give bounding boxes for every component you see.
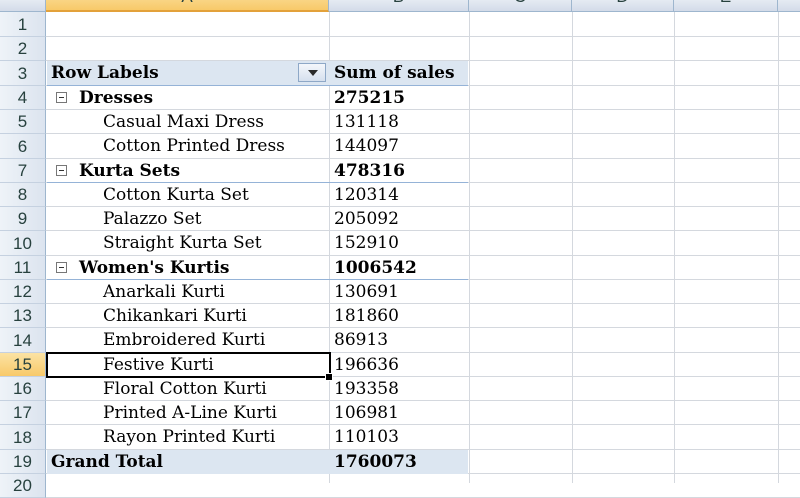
item-label[interactable]: Casual Maxi Dress [103, 110, 264, 134]
column-header-e[interactable]: E [674, 0, 778, 12]
item-value[interactable]: 131118 [334, 110, 399, 134]
item-label[interactable]: Straight Kurta Set [103, 231, 262, 255]
row-header-18[interactable]: 18 [0, 425, 46, 450]
row-header-12[interactable]: 12 [0, 280, 46, 304]
collapse-womens-kurtis-icon[interactable] [56, 262, 67, 273]
item-value[interactable]: 152910 [334, 231, 399, 255]
item-label[interactable]: Cotton Printed Dress [103, 134, 285, 158]
item-value[interactable]: 130691 [334, 280, 399, 304]
row-header-9[interactable]: 9 [0, 207, 46, 231]
collapse-dresses-icon[interactable] [56, 92, 67, 103]
group-total-womens-kurtis[interactable]: 1006542 [334, 256, 417, 280]
select-all-corner[interactable] [0, 0, 46, 12]
active-cell-selection[interactable] [46, 352, 331, 378]
fill-handle[interactable] [325, 373, 333, 381]
group-label-womens-kurtis[interactable]: Women's Kurtis [79, 256, 230, 280]
column-header-c[interactable]: C [469, 0, 572, 12]
grand-total-label[interactable]: Grand Total [51, 450, 163, 474]
gridline [469, 12, 470, 483]
item-label[interactable]: Cotton Kurta Set [103, 183, 249, 207]
column-letter: A [181, 0, 192, 6]
column-header-d[interactable]: D [572, 0, 674, 12]
gridline [778, 12, 779, 483]
item-value[interactable]: 110103 [334, 425, 399, 449]
row-header-3[interactable]: 3 [0, 61, 46, 86]
row-header-7[interactable]: 7 [0, 159, 46, 183]
row-header-5[interactable]: 5 [0, 110, 46, 134]
column-header-b[interactable]: B [329, 0, 469, 12]
gridline [572, 12, 573, 483]
item-label[interactable]: Embroidered Kurti [103, 328, 265, 352]
item-value[interactable]: 120314 [334, 183, 399, 207]
item-value[interactable]: 196636 [334, 353, 399, 377]
column-header-f[interactable] [778, 0, 800, 12]
column-letter: D [616, 0, 628, 6]
item-label[interactable]: Floral Cotton Kurti [103, 377, 267, 401]
row-header-4[interactable]: 4 [0, 86, 46, 110]
item-value[interactable]: 144097 [334, 134, 399, 158]
item-label[interactable]: Rayon Printed Kurti [103, 425, 275, 449]
row-header-1[interactable]: 1 [0, 12, 46, 37]
pivot-row-labels-header: Row Labels [51, 63, 159, 83]
grand-total-value[interactable]: 1760073 [334, 450, 417, 474]
pivot-values-header: Sum of sales [334, 63, 455, 83]
item-value[interactable]: 205092 [334, 207, 399, 231]
row-header-2[interactable]: 2 [0, 37, 46, 61]
item-label[interactable]: Palazzo Set [103, 207, 201, 231]
spreadsheet-grid: A B C D E 123456789101112131415161718192… [0, 0, 800, 498]
group-label-dresses[interactable]: Dresses [79, 86, 153, 110]
row-header-11[interactable]: 11 [0, 256, 46, 280]
item-value[interactable]: 86913 [334, 328, 388, 352]
row-header-14[interactable]: 14 [0, 328, 46, 353]
row-header-15[interactable]: 15 [0, 353, 46, 377]
item-value[interactable]: 193358 [334, 377, 399, 401]
row-labels-filter-dropdown[interactable] [298, 63, 326, 82]
item-value[interactable]: 106981 [334, 401, 399, 425]
column-letter: B [393, 0, 404, 6]
column-header-a[interactable]: A [46, 0, 329, 12]
row-header-17[interactable]: 17 [0, 401, 46, 425]
group-label-kurta-sets[interactable]: Kurta Sets [79, 159, 180, 183]
column-letter: E [720, 0, 731, 6]
row-header-6[interactable]: 6 [0, 134, 46, 159]
item-value[interactable]: 181860 [334, 304, 399, 328]
item-label[interactable]: Anarkali Kurti [103, 280, 225, 304]
item-label[interactable]: Chikankari Kurti [103, 304, 247, 328]
gridline [46, 36, 800, 37]
collapse-kurta-sets-icon[interactable] [56, 165, 67, 176]
row-header-16[interactable]: 16 [0, 377, 46, 401]
item-label[interactable]: Printed A-Line Kurti [103, 401, 277, 425]
column-letter: C [514, 0, 526, 6]
row-header-8[interactable]: 8 [0, 183, 46, 207]
gridline [674, 12, 675, 483]
row-header-20[interactable]: 20 [0, 474, 46, 498]
group-total-dresses[interactable]: 275215 [334, 86, 405, 110]
row-header-13[interactable]: 13 [0, 304, 46, 328]
row-header-19[interactable]: 19 [0, 450, 46, 474]
row-header-10[interactable]: 10 [0, 231, 46, 256]
group-total-kurta-sets[interactable]: 478316 [334, 159, 405, 183]
